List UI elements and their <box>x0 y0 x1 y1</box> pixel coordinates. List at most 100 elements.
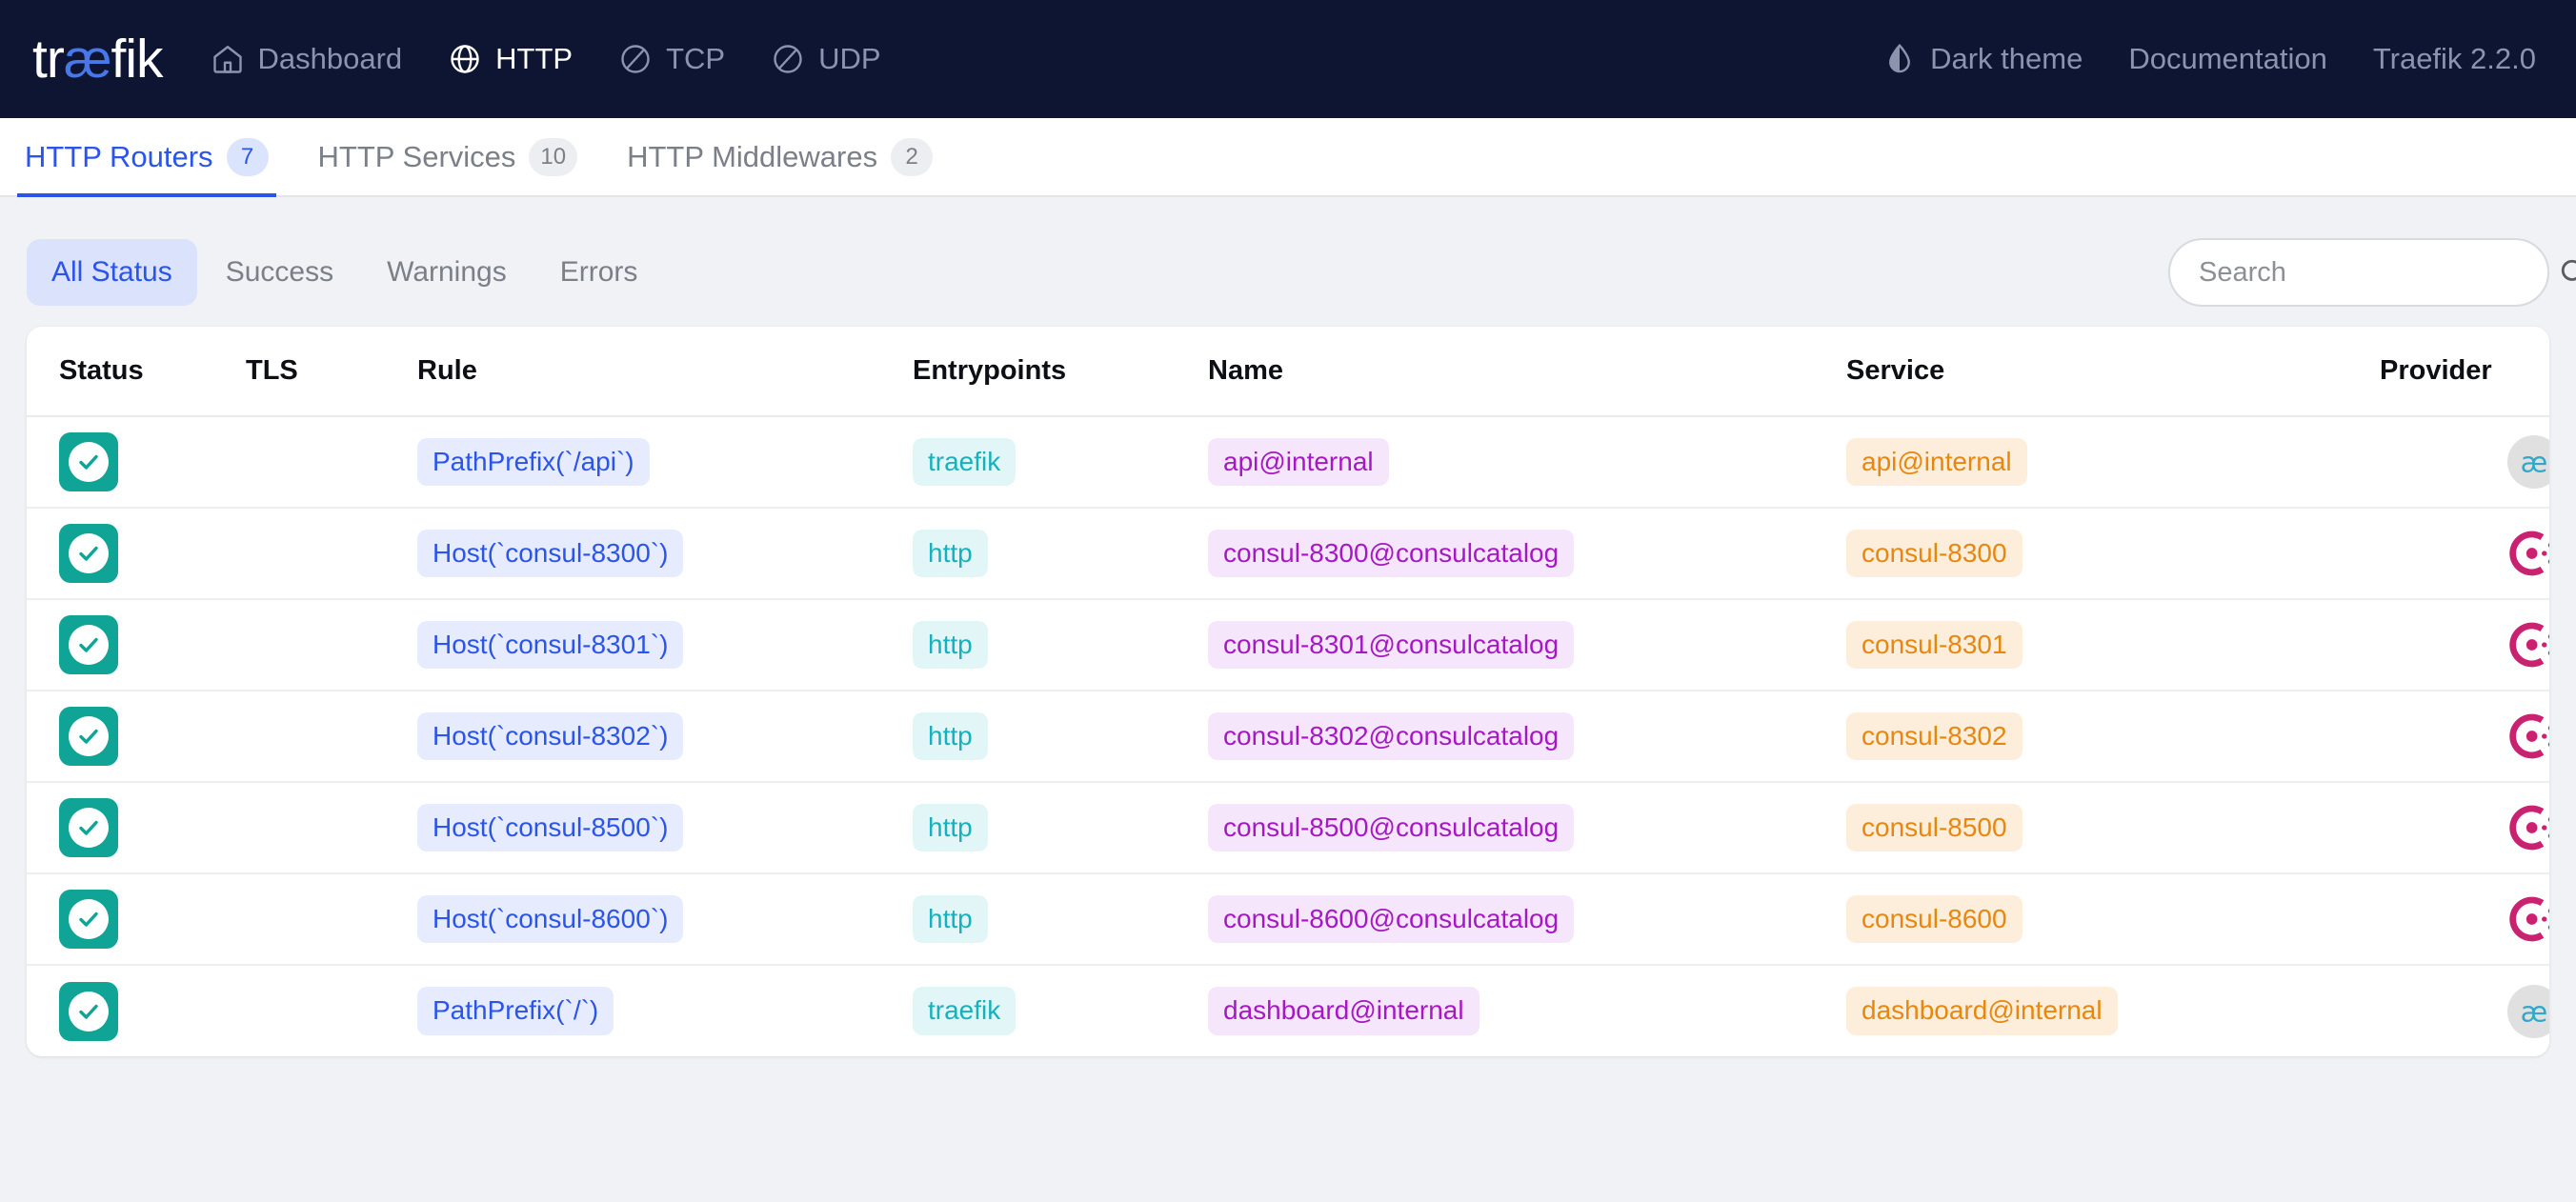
nav-item-udp[interactable]: UDP <box>771 42 881 76</box>
consul-provider-icon[interactable] <box>2507 527 2549 580</box>
nav-label-http: HTTP <box>495 42 574 75</box>
cell-status <box>27 691 246 783</box>
filter-all-status[interactable]: All Status <box>27 239 197 306</box>
status-circle <box>69 442 109 482</box>
provider-icon-wrap <box>2380 892 2549 946</box>
table-row[interactable]: Host(`consul-8300`) http consul-8300@con… <box>27 508 2549 600</box>
cell-rule: Host(`consul-8300`) <box>417 508 913 600</box>
cell-name: api@internal <box>1208 416 1846 509</box>
provider-icon-wrap <box>2380 801 2549 854</box>
cell-entrypoints: http <box>913 873 1208 966</box>
column-header-status[interactable]: Status <box>27 327 246 417</box>
provider-icon-wrap <box>2380 710 2549 763</box>
column-header-service[interactable]: Service <box>1846 327 2380 417</box>
cell-service: consul-8301 <box>1846 599 2380 691</box>
service-badge: consul-8300 <box>1846 529 2023 578</box>
consul-provider-icon[interactable] <box>2507 801 2549 854</box>
column-header-provider[interactable]: Provider <box>2380 327 2549 417</box>
table-row[interactable]: Host(`consul-8600`) http consul-8600@con… <box>27 873 2549 966</box>
name-badge: consul-8300@consulcatalog <box>1208 529 1575 578</box>
table-row[interactable]: Host(`consul-8500`) http consul-8500@con… <box>27 782 2549 874</box>
tab-http-services[interactable]: HTTP Services 10 <box>311 118 586 195</box>
status-circle <box>69 625 109 665</box>
entrypoint-badge: http <box>913 620 988 670</box>
column-header-rule[interactable]: Rule <box>417 327 913 417</box>
consul-provider-icon[interactable] <box>2507 618 2549 671</box>
cell-rule: Host(`consul-8500`) <box>417 782 913 874</box>
cell-service: dashboard@internal <box>1846 965 2380 1056</box>
tab-http-middlewares[interactable]: HTTP Middlewares 2 <box>619 118 940 195</box>
status-circle <box>69 716 109 756</box>
internal-provider-icon[interactable]: æ <box>2507 435 2549 489</box>
table-body: PathPrefix(`/api`) traefik api@internal … <box>27 416 2549 1056</box>
documentation-link[interactable]: Documentation <box>2128 42 2327 76</box>
cell-tls <box>246 599 417 691</box>
status-filter-group: All Status Success Warnings Errors <box>27 239 662 306</box>
status-circle <box>69 533 109 573</box>
filter-warnings[interactable]: Warnings <box>362 239 532 306</box>
status-badge <box>59 707 118 766</box>
nav-label-tcp: TCP <box>666 42 726 75</box>
cell-provider: æ <box>2380 416 2549 509</box>
column-header-name[interactable]: Name <box>1208 327 1846 417</box>
theme-drop-icon <box>1882 42 1917 76</box>
cell-entrypoints: http <box>913 691 1208 783</box>
nav-item-tcp[interactable]: TCP <box>618 42 725 76</box>
table-row[interactable]: PathPrefix(`/api`) traefik api@internal … <box>27 416 2549 509</box>
column-header-entrypoints[interactable]: Entrypoints <box>913 327 1208 417</box>
consul-provider-icon[interactable] <box>2507 892 2549 946</box>
secondary-nav: Dark theme Documentation Traefik 2.2.0 <box>1882 42 2536 76</box>
version-label: Traefik 2.2.0 <box>2372 42 2536 75</box>
rule-badge: Host(`consul-8600`) <box>417 894 684 944</box>
filter-errors[interactable]: Errors <box>535 239 663 306</box>
cell-rule: PathPrefix(`/api`) <box>417 416 913 509</box>
routers-table-card: Status TLS Rule Entrypoints Name Service… <box>27 327 2549 1056</box>
status-badge <box>59 981 118 1041</box>
tab-http-routers[interactable]: HTTP Routers 7 <box>17 118 276 197</box>
dark-theme-toggle[interactable]: Dark theme <box>1882 42 2083 76</box>
cell-status <box>27 873 246 966</box>
status-circle <box>69 808 109 848</box>
cell-service: consul-8600 <box>1846 873 2380 966</box>
name-badge: api@internal <box>1208 437 1389 487</box>
cell-tls <box>246 416 417 509</box>
cell-name: dashboard@internal <box>1208 965 1846 1056</box>
tab-label-http-middlewares: HTTP Middlewares <box>627 139 878 173</box>
cell-rule: Host(`consul-8301`) <box>417 599 913 691</box>
cell-provider <box>2380 508 2549 600</box>
cell-provider <box>2380 691 2549 783</box>
cell-status <box>27 508 246 600</box>
home-icon <box>211 42 245 76</box>
section-tabs: HTTP Routers 7 HTTP Services 10 HTTP Mid… <box>0 118 2576 197</box>
traefik-logo[interactable]: træfik <box>32 31 164 87</box>
service-badge: dashboard@internal <box>1846 987 2118 1035</box>
provider-icon-wrap: æ <box>2380 435 2549 489</box>
http-routers-table: Status TLS Rule Entrypoints Name Service… <box>27 327 2549 1056</box>
status-badge <box>59 432 118 491</box>
consul-provider-icon[interactable] <box>2507 710 2549 763</box>
tab-label-http-services: HTTP Services <box>317 139 516 173</box>
cell-tls <box>246 508 417 600</box>
search-input[interactable] <box>2199 256 2558 289</box>
column-header-tls[interactable]: TLS <box>246 327 417 417</box>
cell-provider <box>2380 873 2549 966</box>
service-badge: api@internal <box>1846 437 2027 487</box>
main-content: All Status Success Warnings Errors Statu… <box>0 197 2576 1056</box>
tcp-icon <box>618 42 653 76</box>
cell-entrypoints: http <box>913 782 1208 874</box>
cell-rule: PathPrefix(`/`) <box>417 965 913 1056</box>
search-box[interactable] <box>2168 238 2576 307</box>
service-badge: consul-8301 <box>1846 620 2023 670</box>
table-row[interactable]: Host(`consul-8302`) http consul-8302@con… <box>27 691 2549 783</box>
search-icon[interactable] <box>2558 256 2576 289</box>
cell-tls <box>246 782 417 874</box>
top-navigation-bar: træfik Dashboard HTTP TCP UDP Dark theme… <box>0 0 2576 118</box>
nav-item-http[interactable]: HTTP <box>448 42 573 76</box>
name-badge: consul-8302@consulcatalog <box>1208 711 1575 761</box>
filter-success[interactable]: Success <box>201 239 358 306</box>
check-icon <box>79 1004 98 1019</box>
internal-provider-icon[interactable]: æ <box>2507 984 2549 1038</box>
table-row[interactable]: Host(`consul-8301`) http consul-8301@con… <box>27 599 2549 691</box>
table-row[interactable]: PathPrefix(`/`) traefik dashboard@intern… <box>27 965 2549 1056</box>
nav-item-dashboard[interactable]: Dashboard <box>211 42 402 76</box>
